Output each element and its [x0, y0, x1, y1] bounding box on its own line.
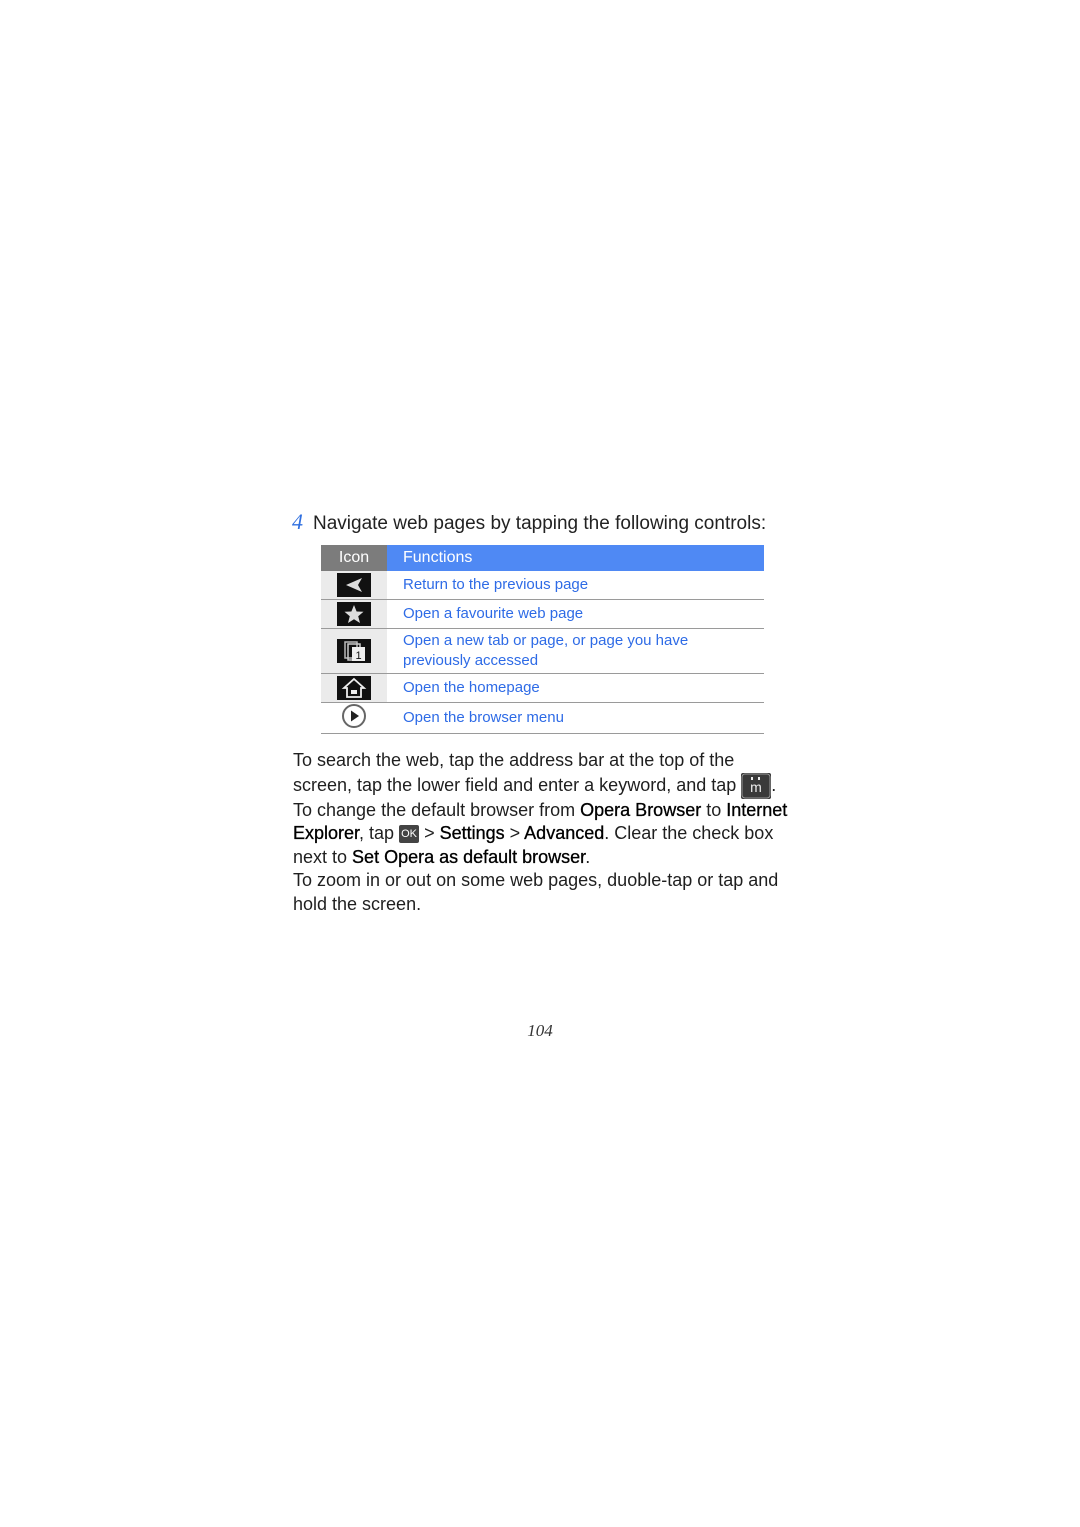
table-row: Return to the previous page — [321, 571, 764, 600]
function-text: Open the homepage — [387, 673, 764, 703]
text-fragment: > — [504, 823, 525, 844]
function-text: Open a favourite web page — [387, 599, 764, 629]
advanced-label: Advanced — [524, 823, 605, 844]
back-arrow-icon — [337, 573, 371, 597]
step-4: 4 Navigate web pages by tapping the follo… — [292, 509, 766, 535]
text-fragment: > — [419, 823, 440, 844]
header-functions: Functions — [387, 545, 764, 571]
table-row: Open the homepage — [321, 673, 764, 703]
table-row: Open the browser menu — [321, 702, 764, 734]
tabs-icon: 1 — [337, 639, 371, 663]
step-text: Navigate web pages by tapping the follow… — [313, 513, 767, 534]
search-go-icon: m — [741, 772, 772, 799]
star-icon — [337, 602, 371, 626]
svg-text:m: m — [750, 779, 762, 795]
text-fragment: To change the default browser from — [293, 799, 581, 820]
ok-icon: OK — [399, 825, 420, 844]
table-header: Icon Functions — [321, 545, 764, 571]
instructions-paragraph: To search the web, tap the address bar a… — [293, 749, 793, 917]
table-row: Open a favourite web page — [321, 599, 764, 629]
function-text: Open a new tab or page, or page you have… — [387, 628, 764, 674]
page-number: 104 — [527, 1021, 553, 1040]
table-row: 1 Open a new tab or page, or page you ha… — [321, 628, 764, 674]
opera-browser-label: Opera Browser — [580, 799, 702, 820]
set-opera-default-label: Set Opera as default browser — [352, 846, 586, 867]
text-fragment: . — [771, 774, 777, 795]
text-fragment: . — [585, 846, 591, 867]
text-fragment: , tap — [359, 823, 400, 844]
header-icon: Icon — [321, 545, 387, 571]
controls-table: Icon Functions Return to the previous pa… — [321, 545, 764, 734]
play-menu-icon — [339, 703, 369, 733]
function-text: Open the browser menu — [387, 702, 764, 734]
zoom-instruction: To zoom in or out on some web pages, duo… — [293, 870, 779, 914]
text-fragment: to — [701, 799, 727, 820]
step-number: 4 — [292, 509, 303, 534]
search-instruction: To search the web, tap the address bar a… — [293, 750, 742, 795]
settings-label: Settings — [439, 823, 505, 844]
function-text: Return to the previous page — [387, 571, 764, 600]
svg-text:1: 1 — [355, 650, 361, 662]
home-icon — [337, 676, 371, 700]
